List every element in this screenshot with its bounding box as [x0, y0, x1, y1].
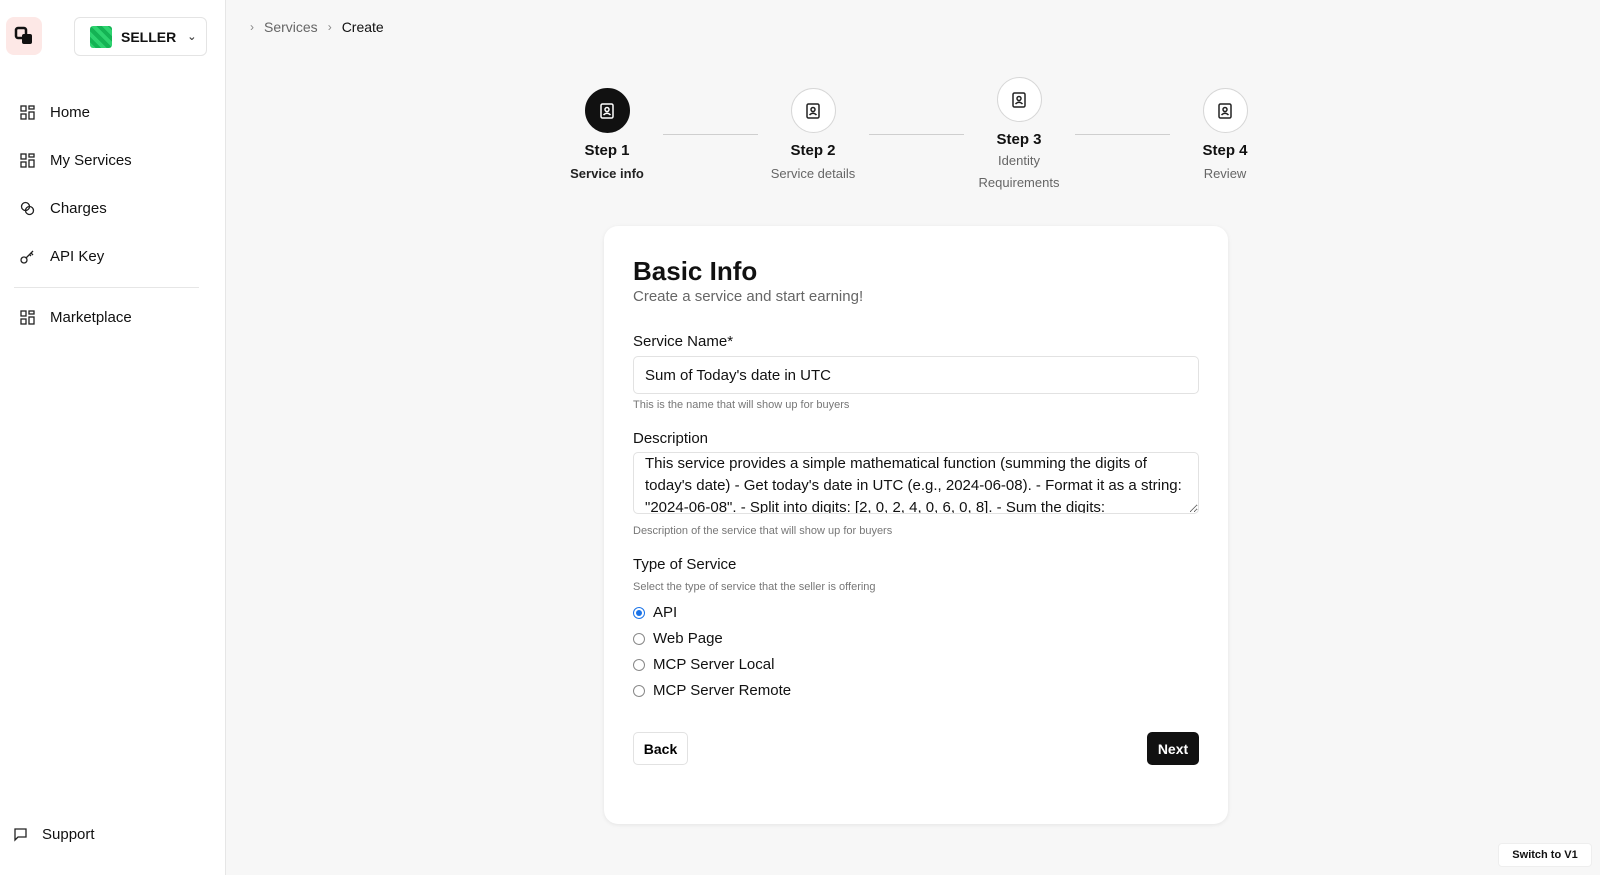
sidebar-item-home[interactable]: Home	[20, 99, 90, 125]
step-1[interactable]: Step 1 Service info	[527, 88, 687, 185]
role-avatar	[90, 25, 112, 48]
step-title: Step 4	[1202, 142, 1248, 159]
service-name-label: Service Name*	[633, 333, 734, 350]
step-circle	[790, 88, 836, 133]
breadcrumb: › Services › Create	[250, 19, 384, 35]
sidebar-item-label: Charges	[50, 199, 107, 217]
chevron-down-icon: ⌄	[187, 31, 197, 43]
radio-option-api[interactable]: API	[633, 604, 677, 621]
logo-icon	[14, 26, 32, 44]
step-4[interactable]: Step 4 Review	[1145, 88, 1305, 185]
step-circle	[1202, 88, 1248, 133]
sidebar-item-api-key[interactable]: API Key	[20, 243, 104, 269]
description-textarea[interactable]: This service provides a simple mathemati…	[633, 452, 1199, 514]
step-2[interactable]: Step 2 Service details	[733, 88, 893, 185]
radio-button[interactable]	[633, 684, 645, 697]
card-subtitle: Create a service and start earning!	[633, 288, 864, 305]
contact-book-icon	[806, 102, 820, 119]
step-subtitle: Service info	[570, 166, 644, 181]
step-subtitle: Identity Requirements	[978, 153, 1060, 190]
radio-button[interactable]	[633, 632, 645, 645]
radio-button[interactable]	[633, 606, 645, 619]
step-circle	[996, 77, 1042, 122]
sidebar-divider	[14, 287, 199, 288]
radio-label: Web Page	[653, 630, 723, 647]
back-button[interactable]: Back	[633, 732, 688, 765]
service-type-label: Type of Service	[633, 556, 737, 573]
radio-label: MCP Server Local	[653, 656, 775, 673]
card-title: Basic Info	[633, 256, 758, 286]
grid-icon	[20, 309, 35, 325]
role-label: SELLER	[121, 28, 177, 45]
sidebar: SELLER ⌄ Home My Services Charges API Ke…	[0, 0, 226, 875]
role-switcher[interactable]: SELLER ⌄	[74, 17, 207, 56]
step-subtitle: Review	[1203, 166, 1247, 181]
key-icon	[20, 250, 34, 264]
contact-book-icon	[600, 102, 614, 119]
description-hint: Description of the service that will sho…	[633, 525, 893, 537]
coins-icon	[20, 201, 35, 215]
support-label: Support	[42, 826, 95, 843]
step-title: Step 2	[790, 142, 836, 159]
contact-book-icon	[1012, 91, 1026, 108]
sidebar-item-label: Marketplace	[50, 308, 132, 326]
description-label: Description	[633, 430, 709, 447]
step-title: Step 1	[584, 142, 630, 159]
service-name-input[interactable]	[633, 356, 1199, 394]
breadcrumb-create: Create	[341, 19, 384, 35]
step-subtitle: Service details	[770, 166, 856, 181]
sidebar-item-charges[interactable]: Charges	[20, 195, 107, 221]
step-title: Step 3	[996, 131, 1042, 148]
service-type-hint: Select the type of service that the sell…	[633, 581, 876, 593]
basic-info-card: Basic Info Create a service and start ea…	[604, 226, 1228, 824]
message-square-icon	[14, 828, 27, 842]
radio-option-web-page[interactable]: Web Page	[633, 630, 723, 647]
step-circle	[584, 88, 630, 133]
sidebar-item-my-services[interactable]: My Services	[20, 147, 132, 173]
step-3[interactable]: Step 3 Identity Requirements	[939, 77, 1099, 194]
radio-option-mcp-remote[interactable]: MCP Server Remote	[633, 682, 791, 699]
grid-icon	[20, 104, 35, 120]
sidebar-item-label: Home	[50, 103, 91, 121]
radio-label: API	[653, 604, 678, 621]
switch-to-v1-button[interactable]: Switch to V1	[1498, 843, 1592, 867]
app-logo[interactable]	[6, 17, 42, 55]
sidebar-item-label: My Services	[50, 151, 132, 169]
support-link[interactable]: Support	[13, 826, 95, 843]
sidebar-item-marketplace[interactable]: Marketplace	[20, 304, 132, 330]
sidebar-item-label: API Key	[50, 247, 105, 265]
grid-icon	[20, 152, 35, 168]
chevron-right-icon: ›	[250, 20, 254, 34]
chevron-right-icon: ›	[327, 20, 332, 34]
contact-book-icon	[1218, 102, 1232, 119]
next-button[interactable]: Next	[1147, 732, 1199, 765]
service-name-hint: This is the name that will show up for b…	[633, 399, 850, 411]
radio-button[interactable]	[633, 658, 645, 671]
radio-label: MCP Server Remote	[653, 682, 792, 699]
radio-option-mcp-local[interactable]: MCP Server Local	[633, 656, 774, 673]
breadcrumb-services[interactable]: Services	[264, 19, 318, 35]
